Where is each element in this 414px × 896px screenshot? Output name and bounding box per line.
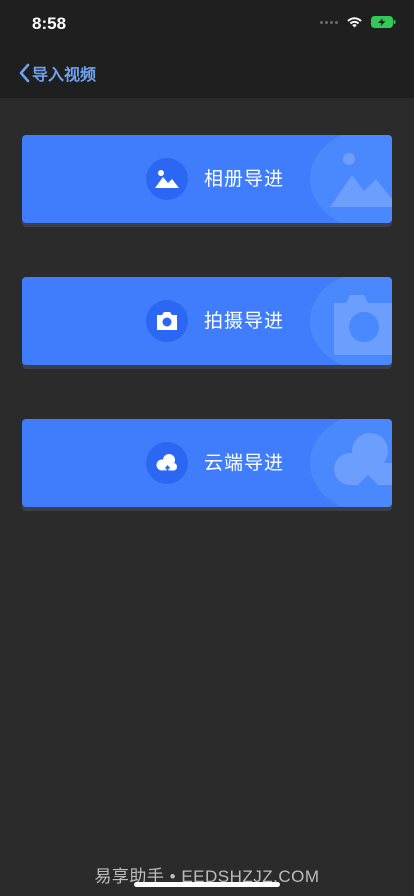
back-button[interactable]: 导入视频 bbox=[18, 61, 96, 85]
cloud-icon-badge bbox=[146, 442, 188, 484]
cloud-upload-decor-icon bbox=[334, 433, 392, 499]
battery-charging-icon bbox=[371, 16, 396, 28]
wifi-icon bbox=[347, 17, 362, 28]
status-icons bbox=[320, 16, 396, 28]
camera-icon bbox=[157, 312, 177, 330]
camera-import-label: 拍摄导进 bbox=[204, 310, 285, 332]
mountain-photo-decor-icon bbox=[330, 153, 392, 207]
camera-icon-badge bbox=[146, 300, 188, 342]
album-import-button[interactable]: 相册导进 bbox=[22, 135, 392, 223]
camera-import-button[interactable]: 拍摄导进 bbox=[22, 277, 392, 365]
status-bar: 8:58 bbox=[0, 0, 414, 48]
mountain-photo-icon bbox=[155, 170, 179, 188]
cloud-import-button[interactable]: 云端导进 bbox=[22, 419, 392, 507]
home-indicator[interactable] bbox=[134, 882, 280, 887]
camera-decor-icon bbox=[334, 295, 392, 355]
album-icon-badge bbox=[146, 158, 188, 200]
cloud-import-label: 云端导进 bbox=[204, 452, 285, 474]
cellular-signal-icon bbox=[320, 20, 338, 24]
back-button-label: 导入视频 bbox=[32, 65, 97, 84]
nav-bar: 导入视频 bbox=[0, 48, 414, 98]
chevron-left-icon bbox=[19, 63, 30, 83]
album-import-label: 相册导进 bbox=[204, 168, 285, 190]
status-time: 8:58 bbox=[32, 14, 67, 33]
cloud-upload-icon bbox=[156, 454, 177, 473]
